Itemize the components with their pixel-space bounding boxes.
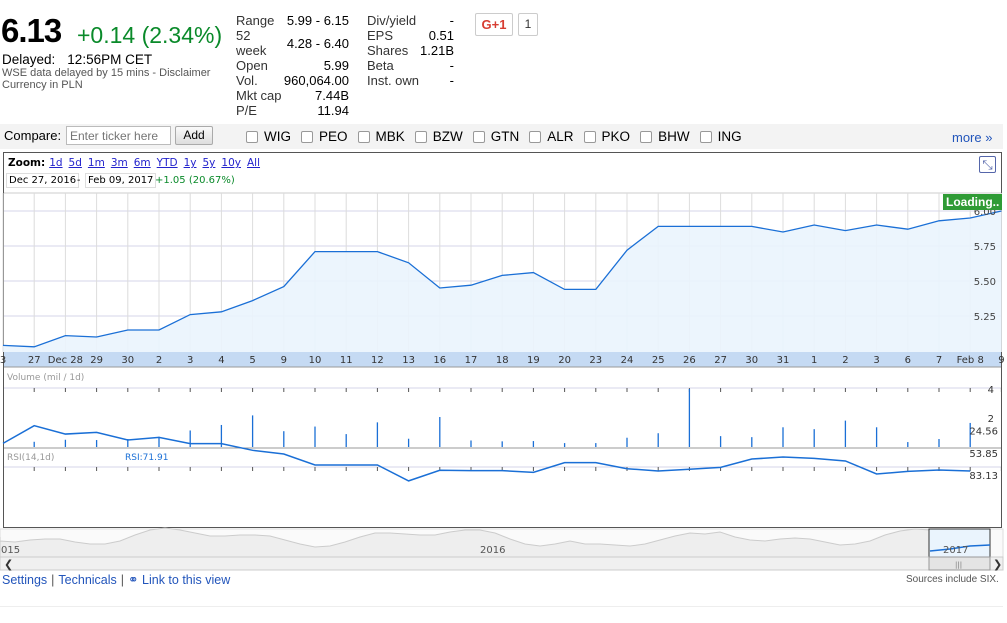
date-tick: 2	[156, 355, 162, 366]
scroll-left-icon: ❮	[4, 558, 13, 571]
date-tick: 10	[309, 355, 322, 366]
date-tick: Feb 8	[957, 355, 984, 366]
navigator-year-label: 2017	[943, 545, 968, 556]
date-tick: 4	[218, 355, 224, 366]
date-tick: 27	[28, 355, 41, 366]
sources-note: Sources include SIX.	[906, 574, 999, 585]
date-tick: 7	[936, 355, 942, 366]
date-tick: 3	[0, 355, 6, 366]
date-tick: 19	[527, 355, 540, 366]
volume-y-tick: 4	[988, 385, 994, 396]
rsi-y-tick: 83.13	[969, 471, 998, 482]
date-tick: 30	[745, 355, 758, 366]
settings-link[interactable]: Settings	[2, 573, 47, 587]
rsi-y-tick: 53.85	[969, 449, 998, 460]
separator: |	[51, 573, 55, 587]
footer-links: Settings | Technicals | ⚭ Link to this view	[2, 572, 230, 587]
date-tick: 3	[873, 355, 879, 366]
volume-y-tick: 2	[988, 414, 994, 425]
scrollbar	[0, 556, 1004, 571]
price-y-tick: 5.50	[974, 277, 996, 288]
loading-badge: Loading..	[943, 194, 1003, 210]
date-tick: 12	[371, 355, 384, 366]
date-tick: 11	[340, 355, 353, 366]
date-tick: 30	[121, 355, 134, 366]
navigator-year-label: 2016	[480, 545, 505, 556]
date-tick: 13	[402, 355, 415, 366]
date-tick: Dec 28	[48, 355, 83, 366]
date-tick: 9	[281, 355, 287, 366]
date-tick: 20	[558, 355, 571, 366]
rsi-current: RSI:71.91	[125, 453, 168, 463]
date-tick: 18	[496, 355, 509, 366]
date-tick: 27	[714, 355, 727, 366]
price-y-tick: 5.75	[974, 242, 996, 253]
scroll-right-icon: ❯	[993, 558, 1002, 571]
price-y-tick: 5.25	[974, 312, 996, 323]
scroll-grip-icon: |||	[955, 561, 962, 569]
date-tick: 24	[621, 355, 634, 366]
divider	[0, 606, 1003, 607]
date-tick: 23	[589, 355, 602, 366]
rsi-label: RSI(14,1d)	[7, 453, 54, 463]
price-chart[interactable]: 5.255.505.756.003 27 Dec 28 29 30 2 3 4 5 9 10 11 12…	[0, 0, 1007, 623]
date-tick: 25	[652, 355, 665, 366]
technicals-link[interactable]: Technicals	[58, 573, 116, 587]
date-tick: 29	[90, 355, 103, 366]
separator: |	[120, 573, 125, 587]
navigator-year-label: 015	[1, 545, 20, 556]
date-tick: 16	[433, 355, 446, 366]
date-tick: 1	[811, 355, 817, 366]
date-tick: 9	[998, 355, 1004, 366]
date-tick: 6	[905, 355, 911, 366]
date-tick: 2	[842, 355, 848, 366]
date-tick: 17	[465, 355, 478, 366]
link-icon[interactable]: ⚭	[128, 573, 138, 587]
date-tick: 5	[249, 355, 255, 366]
volume-label: Volume (mil / 1d)	[7, 373, 84, 383]
date-tick: 31	[777, 355, 790, 366]
link-to-view[interactable]: Link to this view	[142, 573, 230, 587]
date-tick: 3	[187, 355, 193, 366]
date-tick: 26	[683, 355, 696, 366]
rsi-y-tick: 24.56	[969, 427, 998, 438]
